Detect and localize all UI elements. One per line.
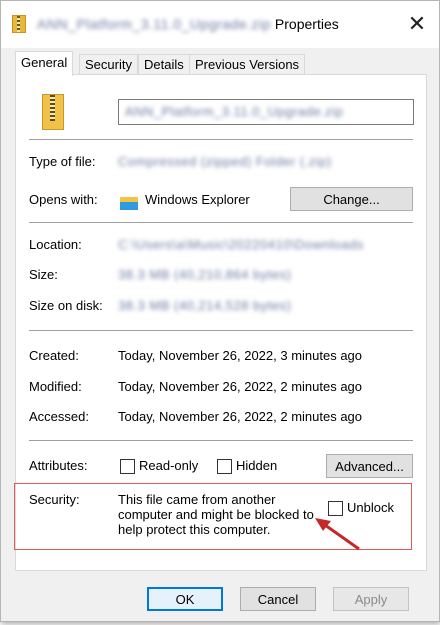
tab-details[interactable]: Details [138,54,190,75]
close-icon[interactable]: ✕ [403,10,431,38]
red-arrow-annotation [315,518,360,551]
location-value: C:\Users\a\Music\20220410\Downloads [118,237,364,252]
window-title: ANN_Platform_3.11.0_Upgrade.zip Propertie… [37,16,339,32]
tab-general[interactable]: General [15,51,74,76]
modified-label: Modified: [29,379,82,394]
opens-label: Opens with: [29,192,98,207]
properties-window: ANN_Platform_3.11.0_Upgrade.zip Propertie… [0,0,440,622]
type-value: Compressed (zipped) Folder (.zip) [118,154,332,169]
separator [29,139,413,140]
readonly-checkbox[interactable] [120,459,135,474]
size-on-disk-value: 38.3 MB (40,214,528 bytes) [118,298,292,313]
file-explorer-icon [120,196,138,210]
change-button[interactable]: Change... [290,187,413,211]
size-label: Size: [29,267,58,282]
type-label: Type of file: [29,154,96,169]
location-label: Location: [29,237,82,252]
created-label: Created: [29,348,79,363]
separator [29,330,413,331]
file-name-value: ANN_Platform_3.11.0_Upgrade.zip [125,104,344,119]
accessed-label: Accessed: [29,409,89,424]
modified-value: Today, November 26, 2022, 2 minutes ago [118,379,363,394]
opens-value: Windows Explorer [145,192,250,207]
zip-folder-icon [42,94,64,130]
zip-folder-icon [12,15,26,33]
ok-button[interactable]: OK [147,587,223,611]
readonly-label: Read-only [139,458,199,473]
size-value: 38.3 MB (40,210,864 bytes) [118,267,292,282]
separator [29,222,413,223]
title-bar: ANN_Platform_3.11.0_Upgrade.zip Propertie… [1,1,439,48]
cancel-button[interactable]: Cancel [240,587,316,611]
size-on-disk-label: Size on disk: [29,298,103,313]
hidden-label: Hidden [236,458,278,473]
hidden-checkbox[interactable] [217,459,232,474]
separator [29,440,413,441]
tab-previous-versions[interactable]: Previous Versions [189,54,306,75]
title-suffix: Properties [274,16,339,32]
created-value: Today, November 26, 2022, 3 minutes ago [118,348,363,363]
attributes-label: Attributes: [29,458,88,473]
advanced-button[interactable]: Advanced... [326,454,413,478]
tab-security[interactable]: Security [79,54,138,75]
file-name-field[interactable]: ANN_Platform_3.11.0_Upgrade.zip [118,99,414,125]
blurred-file-name: ANN_Platform_3.11.0_Upgrade.zip [37,16,271,32]
apply-button[interactable]: Apply [333,587,409,611]
accessed-value: Today, November 26, 2022, 2 minutes ago [118,409,363,424]
